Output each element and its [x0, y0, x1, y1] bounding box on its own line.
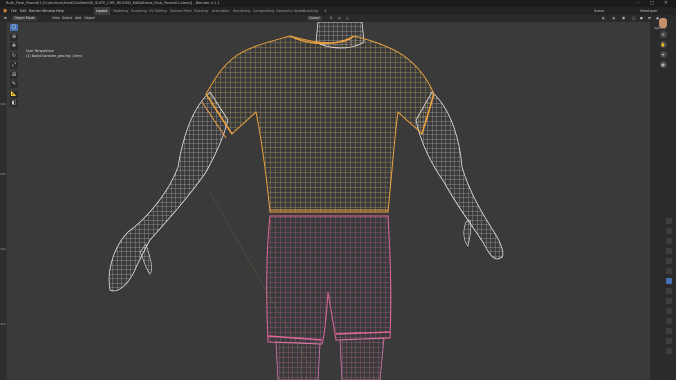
left-ruler: 100 200 300 400	[0, 22, 7, 380]
texture-properties-icon[interactable]	[666, 348, 672, 354]
tool-properties-icon[interactable]	[666, 218, 672, 224]
tab-compositing[interactable]: Compositing	[253, 7, 274, 15]
solid-shading-icon[interactable]: ●	[640, 15, 643, 22]
menu-file[interactable]: File	[11, 7, 17, 15]
window-titlebar: Ruth_Final_Posed01 [G:\Archive\Hard\CluB…	[0, 0, 676, 7]
tab-texture-paint[interactable]: Texture Paint	[170, 7, 192, 15]
navigation-gizmo: + ✋ ⌖ ▦	[656, 10, 670, 71]
tab-scripting[interactable]: Scripting	[303, 7, 318, 15]
proportional-edit-icon[interactable]: ◎	[338, 15, 341, 22]
zoom-icon[interactable]: +	[659, 31, 667, 38]
active-object-label: (1) BodyCharacter_geo.mg | Arms	[26, 53, 83, 58]
wireframe-shading-icon[interactable]: ◯	[632, 15, 636, 22]
render-properties-icon[interactable]	[666, 228, 672, 234]
physics-properties-icon[interactable]	[666, 308, 672, 314]
overlay-icon[interactable]: ◑	[612, 15, 615, 22]
modifier-properties-icon[interactable]	[666, 288, 672, 294]
left-arm-mesh	[108, 91, 229, 292]
close-icon[interactable]: ✕	[664, 0, 668, 7]
xray-icon[interactable]: ▣	[622, 15, 625, 22]
mode-dropdown[interactable]: Object Mode	[12, 16, 37, 21]
ruler-value: 100	[0, 102, 6, 106]
mesh-wireframe	[0, 22, 650, 380]
scene-properties-icon[interactable]	[666, 258, 672, 264]
avatar[interactable]	[659, 18, 667, 28]
shirt-mesh	[205, 35, 435, 213]
annotate-icon[interactable]: ✎	[10, 81, 18, 88]
menu-bar: ◉ File Edit Render Window Help Layout Mo…	[0, 7, 676, 15]
material-shading-icon[interactable]: ◓	[648, 15, 651, 22]
window-title: Ruth_Final_Posed01 [G:\Archive\Hard\CluB…	[6, 1, 220, 5]
tab-shading[interactable]: Shading	[194, 7, 208, 15]
rotate-icon[interactable]: ↻	[10, 52, 18, 60]
add-cube-icon[interactable]: ◧	[10, 100, 18, 107]
viewport-gizmo-icon[interactable]: ◐	[602, 15, 605, 22]
view-layer-properties-icon[interactable]	[666, 248, 672, 254]
menu-add[interactable]: Add	[75, 15, 81, 22]
menu-view[interactable]: View	[52, 15, 60, 22]
constraints-properties-icon[interactable]	[666, 318, 672, 324]
camera-view-icon[interactable]: ⌖	[659, 51, 667, 58]
tab-geometry-nodes[interactable]: Geometry Nodes	[276, 7, 305, 15]
output-properties-icon[interactable]	[666, 238, 672, 244]
ruler-value: 200	[0, 172, 6, 176]
cursor-icon[interactable]: ⊕	[10, 33, 18, 41]
ruler-value: 400	[0, 322, 6, 326]
menu-select[interactable]: Select	[62, 15, 72, 22]
tab-uv-editing[interactable]: UV Editing	[149, 7, 167, 15]
move-icon[interactable]: ✥	[10, 43, 18, 50]
ruler-value: 300	[0, 247, 6, 251]
tab-sculpting[interactable]: Sculpting	[131, 7, 147, 15]
scene-selector[interactable]: Scene	[594, 7, 604, 15]
3d-viewport[interactable]: User Perspective (1) BodyCharacter_geo.m…	[0, 22, 650, 380]
maximize-icon[interactable]: □	[650, 0, 654, 7]
tab-layout[interactable]: Layout	[94, 7, 110, 15]
tab-rendering[interactable]: Rendering	[233, 7, 250, 15]
transform-orientation-dropdown[interactable]: Global	[307, 16, 322, 21]
snapping-icon[interactable]: ◬	[346, 15, 349, 22]
menu-window[interactable]: Window	[42, 7, 55, 15]
measure-icon[interactable]: 📐	[10, 90, 18, 98]
tab-animation[interactable]: Animation	[212, 7, 229, 15]
tab-modeling[interactable]: Modeling	[113, 7, 128, 15]
blender-logo-icon[interactable]: ◉	[3, 7, 7, 15]
menu-render[interactable]: Render	[29, 7, 41, 15]
transform-icon[interactable]: ⊞	[10, 71, 18, 79]
add-workspace-icon[interactable]: +	[324, 7, 327, 15]
minimize-icon[interactable]: –	[637, 0, 639, 7]
select-box-icon[interactable]: ▢	[10, 24, 18, 31]
menu-object[interactable]: Object	[84, 15, 95, 22]
left-leg-mesh	[275, 341, 321, 380]
particles-properties-icon[interactable]	[666, 298, 672, 304]
right-leg-mesh	[339, 337, 385, 380]
hand-pan-icon[interactable]: ✋	[659, 41, 667, 48]
material-properties-icon[interactable]	[666, 338, 672, 344]
right-thumb-mesh	[463, 219, 472, 247]
data-properties-icon[interactable]	[666, 328, 672, 334]
viewport-info: User Perspective (1) BodyCharacter_geo.m…	[26, 49, 82, 58]
snap-icon[interactable]: ⚲	[330, 15, 332, 22]
editor-type-icon[interactable]: ⊞	[4, 15, 7, 22]
right-arm-mesh	[415, 91, 504, 260]
tool-shelf: ▢ ⊕ ✥ ↻ ⤢ ⊞ ✎ 📐 ◧	[9, 24, 19, 110]
menu-edit[interactable]: Edit	[20, 7, 27, 15]
object-properties-icon[interactable]	[666, 278, 672, 284]
world-properties-icon[interactable]	[666, 268, 672, 274]
scale-icon[interactable]: ⤢	[10, 62, 18, 69]
viewport-header: ⊞ Object Mode View Select Add Object Glo…	[0, 15, 676, 22]
right-sidebar: Options	[650, 22, 676, 380]
perspective-icon[interactable]: ▦	[659, 61, 667, 68]
menu-help[interactable]: Help	[56, 7, 64, 15]
view-layer-selector[interactable]: ViewLayer	[640, 7, 658, 15]
shorts-mesh	[266, 215, 392, 345]
